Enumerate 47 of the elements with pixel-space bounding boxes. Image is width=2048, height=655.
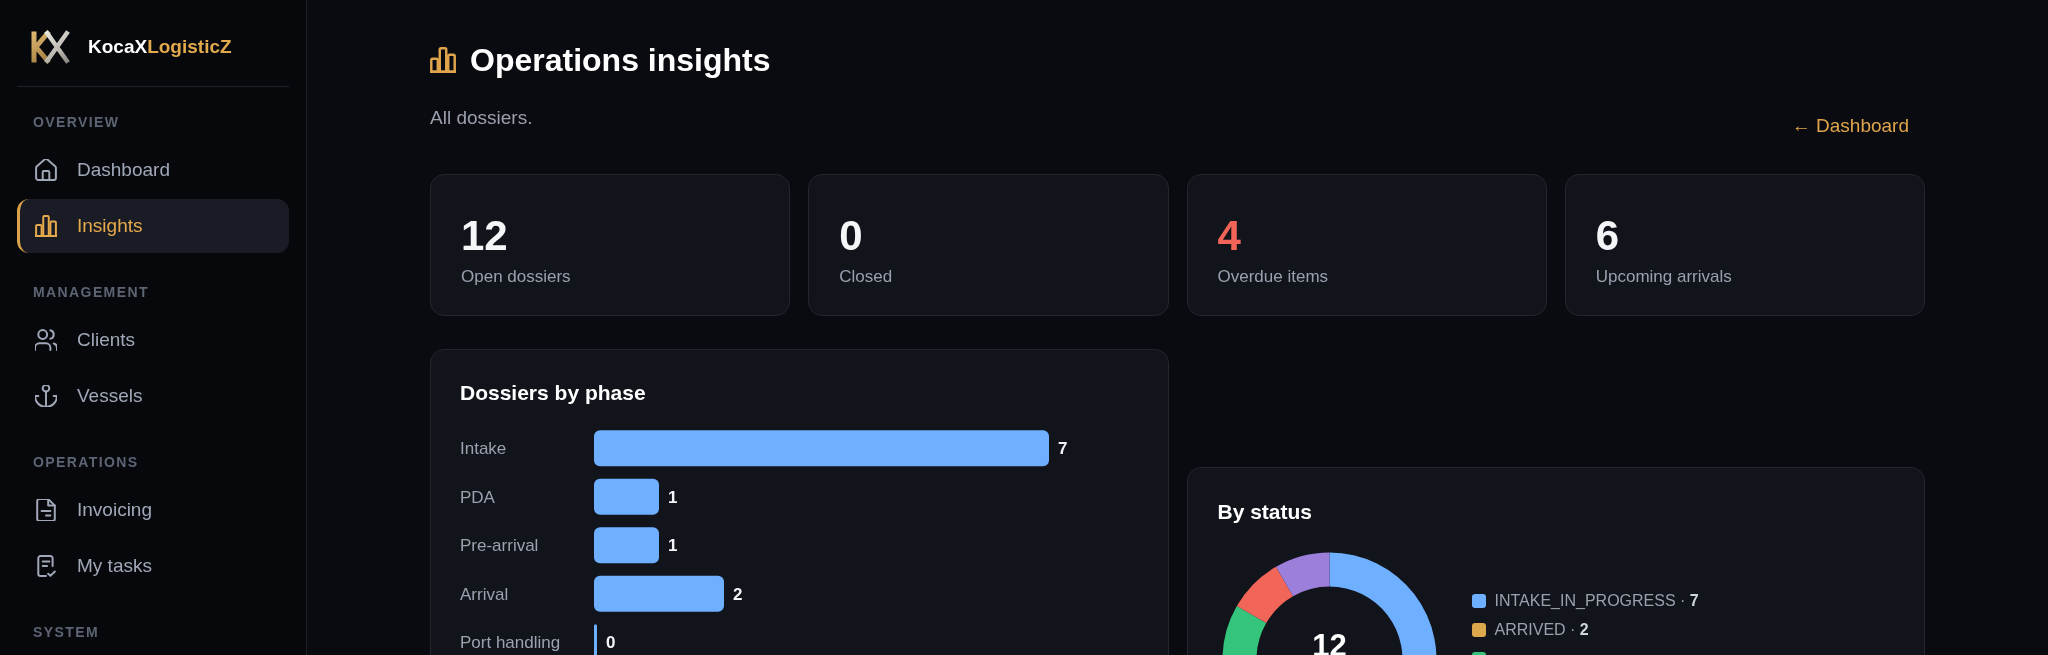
house-icon xyxy=(35,159,57,181)
back-link[interactable]: ← Dashboard xyxy=(1791,113,1909,139)
value-label: 1 xyxy=(668,487,678,507)
legend-label: INTAKE_IN_PROGRESS · 7 xyxy=(1494,591,1699,611)
value-label: 1 xyxy=(668,536,678,556)
category-label: Intake xyxy=(460,439,507,459)
card-title: Dossiers by phase xyxy=(460,380,646,406)
document-icon xyxy=(35,499,57,521)
nav-item[interactable]: Vessels xyxy=(17,369,289,423)
phase-bar xyxy=(594,624,597,655)
stat-label: Overdue items xyxy=(1217,266,1329,288)
stat-value: 6 xyxy=(1595,215,1620,257)
stat-value: 0 xyxy=(839,215,863,257)
value-label: 2 xyxy=(733,584,743,604)
logo-icon xyxy=(29,29,71,65)
phase-bar xyxy=(594,527,659,564)
value-label: 7 xyxy=(1058,439,1068,459)
card-title: By status xyxy=(1217,499,1313,525)
anchor-icon xyxy=(35,385,57,407)
stat-value: 12 xyxy=(461,215,508,257)
bar-chart-icon xyxy=(35,215,57,237)
category-label: Arrival xyxy=(460,584,509,604)
stat-label: Closed xyxy=(839,266,893,288)
section-label: SYSTEM xyxy=(33,624,99,640)
section-label: OVERVIEW xyxy=(33,114,120,130)
page-subtitle: All dossiers. xyxy=(430,106,533,130)
category-label: PDA xyxy=(460,487,495,507)
nav-item[interactable]: Clients xyxy=(17,313,289,367)
document-check-icon xyxy=(35,555,57,577)
nav-item[interactable]: My tasks xyxy=(17,539,289,593)
category-label: Port handling xyxy=(460,633,561,653)
legend-label: ARRIVED · 2 xyxy=(1494,620,1589,640)
stat-label: Open dossiers xyxy=(461,266,571,288)
stat-label: Upcoming arrivals xyxy=(1595,266,1732,288)
section-label: OPERATIONS xyxy=(33,454,139,470)
users-icon xyxy=(35,329,57,351)
page-title: Operations insights xyxy=(470,41,771,80)
nav-item[interactable]: Invoicing xyxy=(17,483,289,537)
category-label: Pre-arrival xyxy=(460,536,539,556)
nav-item[interactable]: Dashboard xyxy=(17,143,289,197)
stat-value: 4 xyxy=(1217,215,1241,257)
bar-chart-icon xyxy=(430,47,456,73)
value-label: 0 xyxy=(606,633,616,653)
nav-item[interactable]: Insights xyxy=(17,199,289,253)
phase-bar xyxy=(594,478,659,515)
brand-name: KocaXLogisticZ xyxy=(88,36,232,58)
section-label: MANAGEMENT xyxy=(33,284,149,300)
